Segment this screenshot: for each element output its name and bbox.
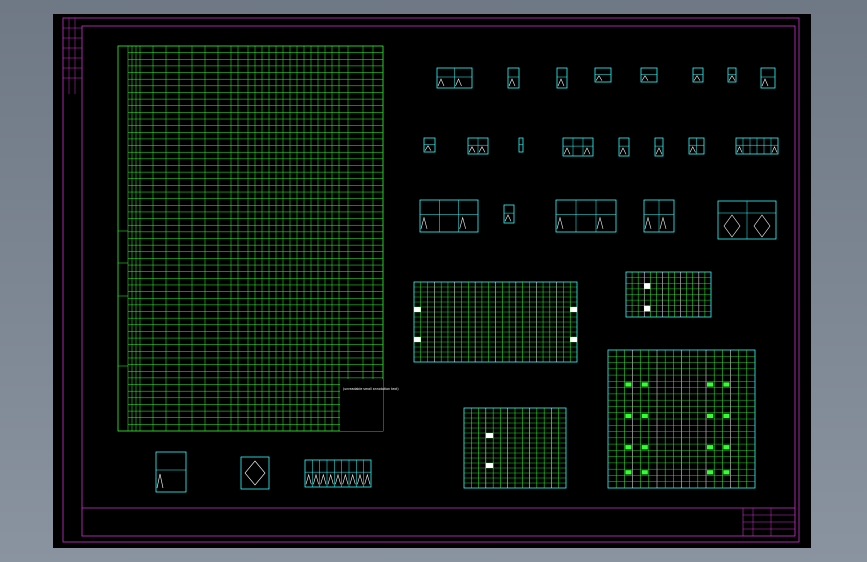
detail-view bbox=[760, 67, 776, 89]
drawing-border bbox=[62, 17, 800, 543]
detail-view bbox=[735, 137, 779, 155]
main-table bbox=[117, 45, 384, 432]
detail-view bbox=[503, 204, 515, 224]
detail-view bbox=[692, 67, 704, 83]
schedule-grid-c bbox=[463, 407, 567, 489]
detail-view bbox=[643, 199, 675, 233]
detail-view bbox=[556, 67, 568, 89]
drawing-note: (unreadable small annotation text) bbox=[343, 387, 399, 391]
detail-view bbox=[594, 67, 612, 83]
cad-drawing-canvas bbox=[62, 17, 800, 543]
detail-view bbox=[436, 67, 473, 89]
detail-view bbox=[419, 199, 479, 233]
detail-view-diamond-small bbox=[240, 456, 270, 490]
detail-view bbox=[727, 67, 737, 83]
detail-view bbox=[688, 137, 705, 155]
schedule-grid-b bbox=[625, 271, 712, 318]
detail-view bbox=[423, 137, 436, 153]
schedule-grid-a bbox=[413, 281, 578, 363]
title-block bbox=[742, 508, 795, 536]
detail-view bbox=[467, 137, 489, 155]
detail-view bbox=[507, 67, 520, 89]
detail-view-diamond bbox=[717, 200, 777, 240]
detail-view bbox=[618, 137, 630, 157]
detail-view bbox=[304, 459, 372, 488]
detail-view bbox=[555, 199, 617, 233]
detail-view bbox=[562, 137, 594, 157]
cad-viewport[interactable]: (unreadable small annotation text) bbox=[53, 14, 811, 548]
detail-view bbox=[640, 67, 658, 83]
detail-view bbox=[518, 137, 524, 153]
schedule-grid-d bbox=[607, 349, 756, 489]
detail-view bbox=[654, 137, 664, 157]
detail-view bbox=[155, 451, 187, 493]
